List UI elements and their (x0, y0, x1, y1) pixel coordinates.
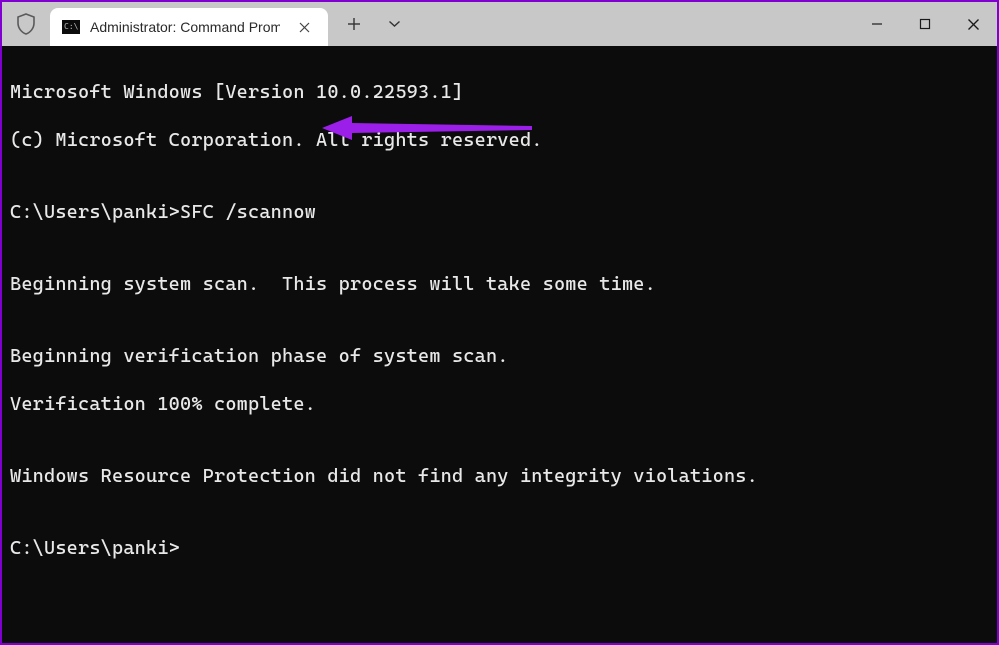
terminal-line: C:\Users\panki> (10, 536, 989, 560)
shield-icon (16, 13, 36, 35)
terminal-line: Verification 100% complete. (10, 392, 989, 416)
close-window-button[interactable] (949, 2, 997, 46)
terminal-line: C:\Users\panki>SFC /scannow (10, 200, 989, 224)
maximize-button[interactable] (901, 2, 949, 46)
tab-actions (328, 2, 414, 46)
titlebar[interactable]: C:\ Administrator: Command Promp (2, 2, 997, 46)
minimize-icon (871, 18, 883, 30)
tab-close-button[interactable] (290, 13, 318, 41)
terminal-line: (c) Microsoft Corporation. All rights re… (10, 128, 989, 152)
terminal-line: Beginning system scan. This process will… (10, 272, 989, 296)
maximize-icon (919, 18, 931, 30)
plus-icon (347, 17, 361, 31)
terminal-line: Beginning verification phase of system s… (10, 344, 989, 368)
window-icon-area (2, 2, 50, 46)
close-icon (967, 18, 980, 31)
close-icon (299, 22, 310, 33)
cmd-icon: C:\ (62, 20, 80, 34)
terminal-content[interactable]: Microsoft Windows [Version 10.0.22593.1]… (2, 46, 997, 643)
tab-title: Administrator: Command Promp (90, 19, 280, 35)
minimize-button[interactable] (853, 2, 901, 46)
terminal-line: Microsoft Windows [Version 10.0.22593.1] (10, 80, 989, 104)
window-controls (853, 2, 997, 46)
window-frame: C:\ Administrator: Command Promp (2, 2, 997, 643)
terminal-line: Windows Resource Protection did not find… (10, 464, 989, 488)
tab-dropdown-button[interactable] (374, 4, 414, 44)
new-tab-button[interactable] (334, 4, 374, 44)
tab-active[interactable]: C:\ Administrator: Command Promp (50, 8, 328, 46)
chevron-down-icon (388, 20, 401, 28)
